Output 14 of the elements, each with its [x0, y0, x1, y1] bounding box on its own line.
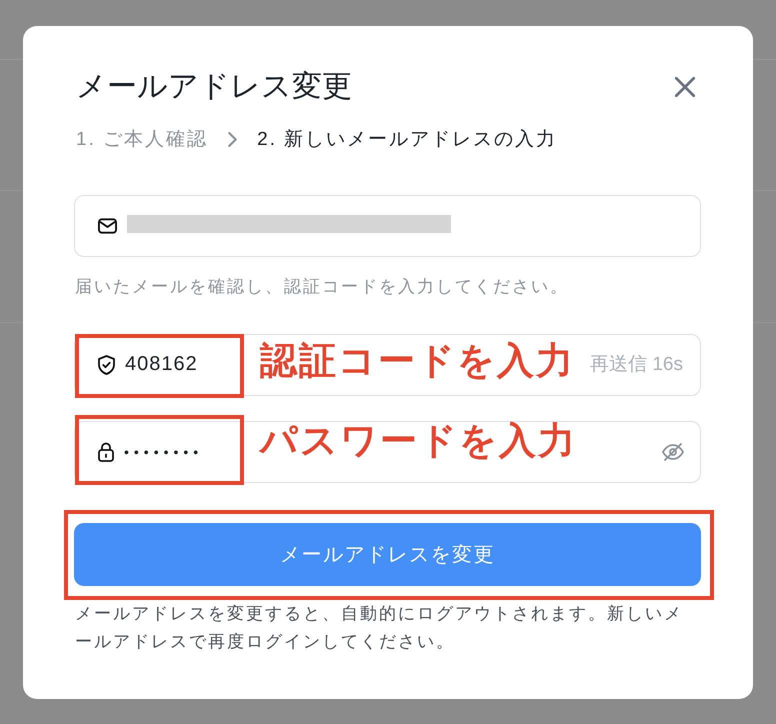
hint-text: 届いたメールを確認し、認証コードを入力してください。	[75, 276, 570, 298]
annotation-label: 認証コードを入力	[260, 338, 575, 382]
notice-text: メールアドレスを変更すると、自動的にログアウトされます。新しいメールアドレスで再度ログインしてください。	[75, 602, 684, 652]
mail-icon	[98, 218, 117, 234]
shield-check-icon	[98, 354, 115, 374]
annotation-label: パスワードを入力	[260, 418, 577, 462]
step-label: 2. 新しいメールアドレスの入力	[257, 128, 558, 152]
lock-icon	[98, 442, 114, 462]
eye-off-icon[interactable]	[662, 442, 684, 462]
close-icon[interactable]	[675, 76, 695, 96]
dialog-title: メールアドレス変更	[76, 68, 352, 104]
email-field[interactable]	[74, 194, 701, 256]
chevron-right-icon	[228, 132, 238, 147]
step-label: 1. ご本人確認	[76, 128, 208, 152]
